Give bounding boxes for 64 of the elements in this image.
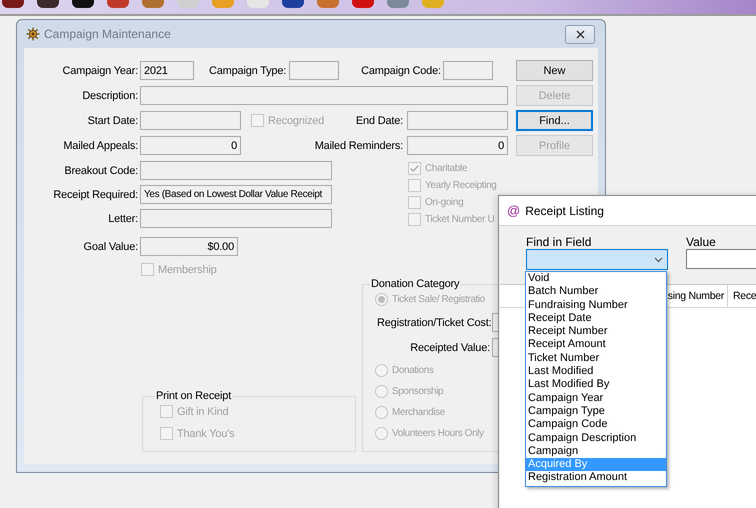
- window-title: Receipt Listing: [525, 204, 604, 218]
- close-icon: [576, 30, 584, 38]
- dropdown-option[interactable]: Campaign Code: [526, 418, 666, 432]
- field-label: Breakout Code:: [63, 164, 138, 176]
- dropdown-option[interactable]: Fundraising Number: [526, 298, 666, 312]
- field-label: Goal Value:: [82, 240, 138, 252]
- chevron-down-icon: [654, 256, 663, 262]
- column-header[interactable]: Rece: [728, 285, 756, 307]
- action-button[interactable]: New: [516, 60, 593, 81]
- dropdown-option[interactable]: Campaign: [526, 444, 666, 458]
- dropdown-option[interactable]: Batch Number: [526, 285, 666, 299]
- input-field[interactable]: 2021: [140, 61, 194, 80]
- dropdown-option[interactable]: Last Modified: [526, 365, 666, 378]
- find-in-field-dropdown[interactable]: [526, 249, 668, 270]
- group-title: Print on Receipt: [155, 390, 232, 402]
- dropdown-option[interactable]: Ticket Number: [526, 352, 666, 366]
- field-label: Receipt Required:: [52, 188, 138, 200]
- field-label: Mailed Reminders:: [314, 140, 403, 152]
- dropdown-option[interactable]: Campaign Year: [526, 392, 666, 405]
- input-field[interactable]: [140, 111, 241, 130]
- field-label: End Date:: [354, 114, 403, 126]
- close-button[interactable]: [565, 24, 595, 44]
- field-label: Description:: [81, 90, 138, 102]
- toolbar-icon[interactable]: [72, 0, 94, 8]
- field-label: Campaign Code:: [361, 64, 441, 76]
- window-title: Campaign Maintenance: [44, 27, 172, 41]
- action-button[interactable]: Find...: [516, 110, 593, 131]
- input-field[interactable]: [442, 61, 493, 80]
- check-icon: [409, 163, 420, 174]
- input-field[interactable]: [140, 209, 332, 228]
- gear-icon: [26, 27, 40, 41]
- field-label: Receipted Value:: [409, 342, 490, 354]
- at-sign-icon: @: [507, 203, 520, 218]
- input-field[interactable]: [492, 313, 498, 332]
- group-title: Donation Category: [370, 278, 460, 290]
- field-label: Letter:: [107, 212, 138, 224]
- input-field[interactable]: [140, 161, 332, 180]
- input-field[interactable]: [289, 61, 340, 80]
- field-label: Find in Field: [526, 235, 592, 249]
- toolbar-icon[interactable]: [282, 0, 304, 8]
- field-label: Registration/Ticket Cost:: [377, 316, 490, 328]
- dropdown-option[interactable]: Receipt Date: [526, 312, 666, 326]
- dropdown-option[interactable]: Campaign Type: [526, 404, 666, 418]
- input-field[interactable]: 0: [407, 136, 508, 155]
- dropdown-option[interactable]: Registration Amount: [526, 471, 666, 485]
- dropdown-option[interactable]: Campaign Description: [526, 432, 666, 445]
- field-label: Campaign Year:: [62, 64, 138, 76]
- dropdown-option[interactable]: Receipt Amount: [526, 338, 666, 352]
- toolbar-icon[interactable]: [37, 0, 59, 8]
- input-field[interactable]: $0.00: [140, 237, 238, 256]
- dropdown-option[interactable]: Last Modified By: [526, 378, 666, 392]
- input-field[interactable]: 0: [140, 136, 241, 155]
- select-field[interactable]: Yes (Based on Lowest Dollar Value Receipt: [140, 185, 332, 204]
- field-label: Start Date:: [86, 114, 138, 126]
- input-field[interactable]: [492, 338, 498, 357]
- field-label: Mailed Appeals:: [62, 140, 138, 152]
- dropdown-option[interactable]: Receipt Number: [526, 325, 666, 338]
- field-label: Campaign Type:: [209, 64, 286, 76]
- field-label: Value: [686, 235, 717, 249]
- input-field[interactable]: [407, 111, 508, 130]
- value-field[interactable]: [686, 249, 756, 269]
- input-field[interactable]: [140, 86, 508, 105]
- dropdown-option[interactable]: Void: [526, 272, 666, 286]
- toolbar-icon[interactable]: [2, 0, 24, 8]
